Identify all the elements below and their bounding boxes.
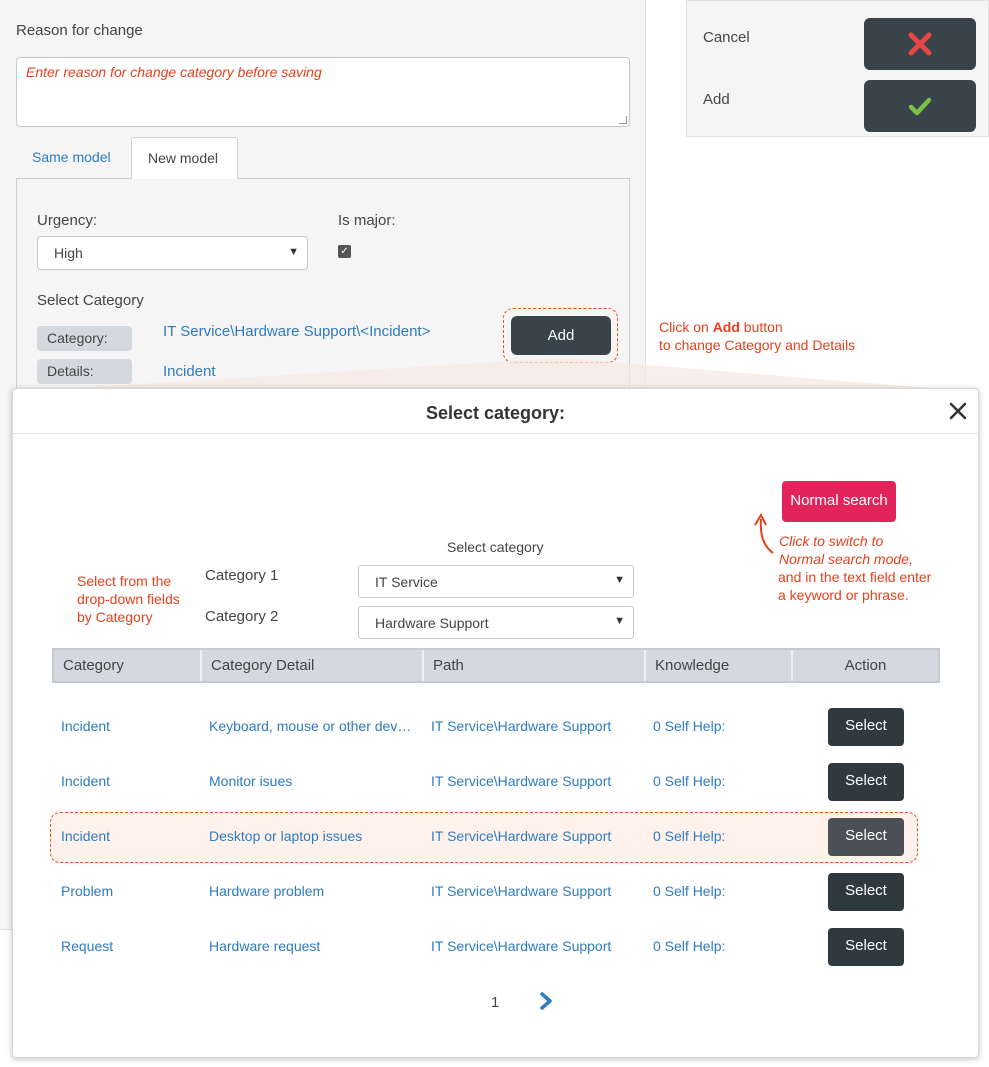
urgency-value: High [54,245,83,261]
confirm-add-button[interactable] [864,80,976,132]
row-detail[interactable]: Hardware problem [209,883,412,899]
chevron-down-icon: ▼ [614,615,625,627]
add-hint-bold: Add [712,319,740,335]
search-hint-line3: and in the text field enter [778,569,932,585]
select-button[interactable]: Select [828,763,904,801]
curved-arrow-icon [754,512,774,554]
add-hint-annotation: Click on Add button to change Category a… [659,318,855,354]
table-header: Category Category Detail Path Knowledge … [52,648,940,683]
row-path[interactable]: IT Service\Hardware Support [431,883,641,899]
resize-handle[interactable] [619,116,627,124]
modal-divider [13,433,978,434]
row-knowledge[interactable]: 0 Self Help: [653,828,783,844]
row-detail[interactable]: Hardware request [209,938,412,954]
row-detail[interactable]: Monitor isues [209,773,412,789]
is-major-label: Is major: [338,212,396,229]
select-category-heading: Select category [447,539,544,555]
table-row: Incident Keyboard, mouse or other device… [52,708,940,746]
col-action: Action [844,657,887,674]
dropdown-hint-line2: drop-down fields [77,591,180,607]
select-button[interactable]: Select [828,928,904,966]
select-button[interactable]: Select [828,818,904,856]
category2-label: Category 2 [205,608,279,625]
page-number[interactable]: 1 [491,994,499,1011]
x-icon [908,32,932,56]
urgency-label: Urgency: [37,212,98,229]
search-hint-italic: Click to switch to Normal search mode, [779,532,913,568]
row-path[interactable]: IT Service\Hardware Support [431,718,641,734]
modal-title: Select category: [425,403,566,423]
search-hint-line2: Normal search mode, [779,551,913,567]
category-pill: Category: [37,326,132,351]
row-knowledge[interactable]: 0 Self Help: [653,773,783,789]
search-hint-line4: a keyword or phrase. [778,587,909,603]
add-label: Add [703,91,730,108]
row-path[interactable]: IT Service\Hardware Support [431,938,641,954]
search-hint-line1: Click to switch to [779,533,884,549]
row-path[interactable]: IT Service\Hardware Support [431,828,641,844]
category2-select[interactable]: Hardware Support ▼ [358,606,634,639]
row-knowledge[interactable]: 0 Self Help: [653,718,783,734]
reason-textarea[interactable]: Enter reason for change category before … [16,57,630,127]
dropdown-hint-line1: Select from the [77,573,172,589]
urgency-select[interactable]: High ▼ [37,236,308,270]
row-detail[interactable]: Desktop or laptop issues [209,828,412,844]
col-category[interactable]: Category [54,650,202,681]
normal-search-button[interactable]: Normal search [782,481,896,522]
reason-placeholder: Enter reason for change category before … [26,64,322,80]
close-icon[interactable] [948,401,968,421]
row-category[interactable]: Incident [61,828,196,844]
select-button[interactable]: Select [828,708,904,746]
col-path[interactable]: Path [424,650,646,681]
dropdown-hint-annotation: Select from the drop-down fields by Cate… [77,572,180,626]
cancel-label: Cancel [703,29,750,46]
row-knowledge[interactable]: 0 Self Help: [653,938,783,954]
select-button[interactable]: Select [828,873,904,911]
dropdown-hint-line3: by Category [77,609,153,625]
row-category[interactable]: Problem [61,883,196,899]
search-hint-plain: and in the text field enter a keyword or… [778,568,931,604]
category2-value: Hardware Support [375,615,489,631]
category1-value: IT Service [375,574,438,590]
category1-label: Category 1 [205,567,279,584]
add-category-button[interactable]: Add [511,316,611,355]
row-category[interactable]: Request [61,938,196,954]
table-row: Problem Hardware problem IT Service\Hard… [52,873,940,911]
chevron-right-icon[interactable] [539,992,553,1015]
col-knowledge[interactable]: Knowledge [646,650,793,681]
checkmark-icon [908,97,932,116]
table-row: Incident Desktop or laptop issues IT Ser… [52,818,940,856]
row-knowledge[interactable]: 0 Self Help: [653,883,783,899]
row-path[interactable]: IT Service\Hardware Support [431,773,641,789]
col-category-detail[interactable]: Category Detail [202,650,424,681]
chevron-down-icon: ▼ [614,574,625,586]
add-hint-prefix: Click on [659,319,713,335]
action-panel: Cancel Add [686,0,989,137]
row-category[interactable]: Incident [61,718,196,734]
reason-label: Reason for change [16,22,143,39]
select-category-label: Select Category [37,292,144,309]
category1-select[interactable]: IT Service ▼ [358,565,634,598]
tab-new-model[interactable]: New model [131,137,238,179]
add-hint-line2: to change Category and Details [659,337,856,353]
cancel-button[interactable] [864,18,976,70]
table-row: Incident Monitor isues IT Service\Hardwa… [52,763,940,801]
chevron-down-icon: ▼ [288,246,299,258]
row-category[interactable]: Incident [61,773,196,789]
details-value-link[interactable]: Incident [163,363,216,380]
category-value-link[interactable]: IT Service\Hardware Support\<Incident> [163,323,430,340]
table-row: Request Hardware request IT Service\Hard… [52,928,940,966]
select-category-modal: Select category: Normal search Click to … [12,388,979,1058]
details-pill: Details: [37,359,132,384]
tab-same-model[interactable]: Same model [16,137,127,179]
add-hint-suffix: button [739,319,783,335]
is-major-checkbox[interactable]: ✓ [338,245,351,258]
row-detail[interactable]: Keyboard, mouse or other devices issues [209,718,412,734]
